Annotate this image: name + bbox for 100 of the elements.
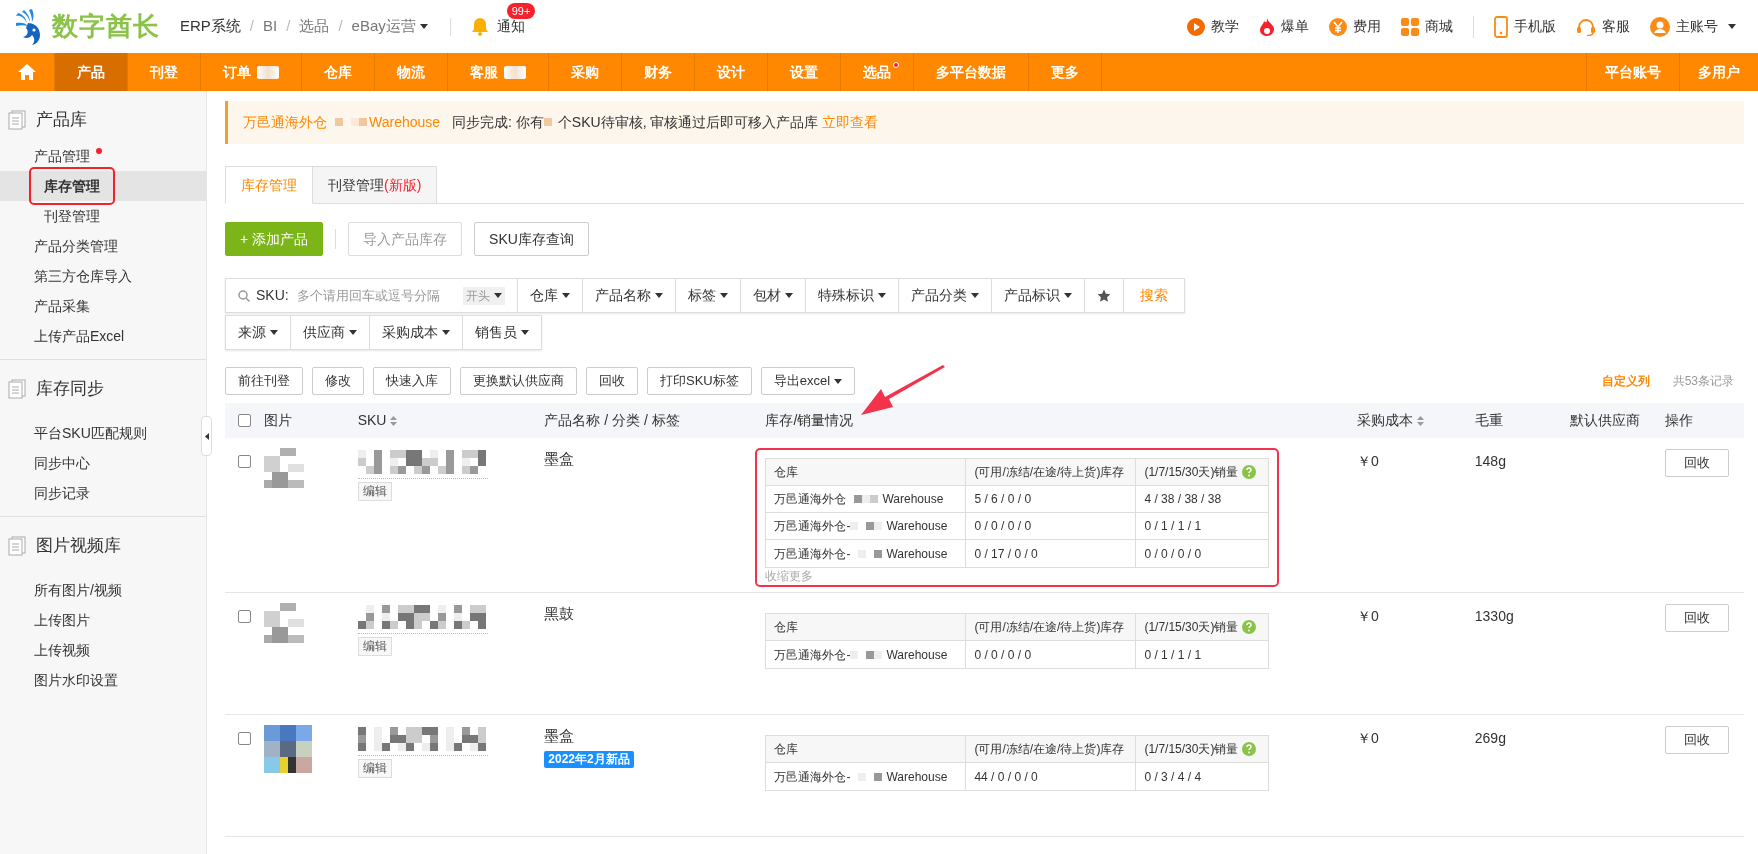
- checkbox[interactable]: [238, 732, 252, 745]
- sidebar-item[interactable]: 所有图片/视频: [34, 575, 122, 605]
- product-name: 黑鼓: [544, 604, 576, 624]
- gross-weight: 148g: [1474, 453, 1506, 469]
- banner-message: 同步完成: 你有: [452, 113, 544, 132]
- filter-dropdown[interactable]: 来源: [226, 316, 291, 349]
- header-link[interactable]: 教学: [1211, 16, 1239, 37]
- edit-button[interactable]: 编辑: [357, 482, 392, 501]
- toolbar-button[interactable]: SKU库存查询: [474, 222, 589, 256]
- filter-dropdown[interactable]: 产品名称: [583, 279, 676, 312]
- column-header[interactable]: SKU: [357, 410, 398, 431]
- star-icon[interactable]: [1097, 288, 1111, 303]
- help-icon[interactable]: [1242, 465, 1257, 479]
- help-icon[interactable]: [1242, 620, 1257, 634]
- action-button[interactable]: 回收: [586, 367, 638, 395]
- purchase-cost: ￥0: [1356, 608, 1379, 624]
- home-icon: [18, 64, 36, 80]
- header-link[interactable]: 客服: [1602, 16, 1630, 37]
- stock-value: 0 / 17 / 0 / 0: [974, 545, 1038, 563]
- play-icon: [1187, 17, 1205, 36]
- document-icon: [8, 536, 26, 556]
- gross-weight: 269g: [1474, 730, 1506, 746]
- filter-dropdown[interactable]: 仓库: [518, 279, 583, 312]
- breadcrumb-link[interactable]: ERP系统: [180, 15, 241, 38]
- stock-table-header: (可用/冻结/在途/待上货)库存: [974, 464, 1125, 481]
- purchase-cost: ￥0: [1356, 453, 1379, 469]
- breadcrumb-link[interactable]: BI: [263, 15, 278, 38]
- sku-search-field[interactable]: SKU: 多个请用回车或逗号分隔 开头: [226, 279, 518, 312]
- warehouse-name: 万邑通海外仓: [774, 491, 847, 508]
- filter-dropdown[interactable]: 采购成本: [370, 316, 463, 349]
- sales-value: 0 / 3 / 4 / 4: [1144, 768, 1202, 786]
- header-link[interactable]: 手机版: [1514, 16, 1556, 37]
- action-button[interactable]: 打印SKU标签: [647, 367, 752, 395]
- notification-link[interactable]: 通知: [496, 16, 525, 37]
- filter-dropdown[interactable]: 标签: [676, 279, 741, 312]
- sidebar-item[interactable]: 产品采集: [34, 291, 90, 321]
- column-header: 毛重: [1474, 411, 1503, 430]
- filter-dropdown[interactable]: 产品标识: [992, 279, 1085, 312]
- checkbox[interactable]: [238, 455, 252, 468]
- caret-icon: [349, 330, 357, 335]
- sidebar-item[interactable]: 刊登管理: [30, 201, 114, 231]
- header-link[interactable]: 商城: [1425, 16, 1453, 37]
- breadcrumb-link[interactable]: eBay运营: [351, 15, 416, 38]
- action-button[interactable]: 前往刊登: [225, 367, 303, 395]
- recycle-button[interactable]: 回收: [1665, 604, 1730, 632]
- stock-table-header: (1/7/15/30天)销量: [1144, 464, 1239, 481]
- action-button[interactable]: 快速入库: [373, 367, 451, 395]
- grid-icon: [1401, 17, 1419, 36]
- action-button[interactable]: 修改: [312, 367, 364, 395]
- header-link[interactable]: 爆单: [1281, 16, 1309, 37]
- header-link[interactable]: 费用: [1353, 16, 1381, 37]
- redacted-text-drawing: [850, 522, 883, 530]
- recycle-button[interactable]: 回收: [1665, 449, 1730, 477]
- sidebar-item[interactable]: 产品分类管理: [34, 231, 118, 261]
- sidebar-item[interactable]: 上传视频: [34, 635, 90, 665]
- purchase-cost: ￥0: [1356, 730, 1379, 746]
- tab[interactable]: 刊登管理(新版): [313, 166, 438, 204]
- sidebar-section-title: 产品库: [36, 109, 87, 132]
- collapse-handle[interactable]: [201, 416, 212, 456]
- sidebar-item[interactable]: 图片水印设置: [34, 665, 118, 695]
- warehouse-name: 万邑通海外仓-: [774, 545, 851, 563]
- edit-button[interactable]: 编辑: [357, 637, 392, 656]
- header-link[interactable]: 主账号: [1676, 16, 1718, 37]
- filter-dropdown[interactable]: 包材: [741, 279, 806, 312]
- filter-dropdown[interactable]: 供应商: [291, 316, 370, 349]
- breadcrumb-link[interactable]: 选品: [299, 15, 330, 38]
- warehouse-name: 万邑通海外仓-: [774, 768, 851, 786]
- stock-table-header: (1/7/15/30天)销量: [1144, 741, 1239, 758]
- action-button[interactable]: 更换默认供应商: [460, 367, 577, 395]
- stock-value: 5 / 6 / 0 / 0: [974, 491, 1032, 508]
- document-icon: [8, 379, 26, 399]
- checkbox[interactable]: [238, 610, 252, 623]
- checkbox[interactable]: [238, 414, 252, 427]
- sidebar-item[interactable]: 同步中心: [34, 448, 90, 478]
- column-header[interactable]: 采购成本: [1356, 410, 1424, 431]
- sidebar-item[interactable]: 产品管理: [34, 141, 90, 171]
- warehouse-name: Warehouse: [886, 768, 948, 786]
- warehouse-name: Warehouse: [886, 646, 948, 664]
- help-icon[interactable]: [1242, 742, 1257, 756]
- filter-dropdown[interactable]: 销售员: [463, 316, 541, 349]
- breadcrumb-separator: /: [286, 16, 291, 37]
- caret-icon: [204, 432, 209, 440]
- sidebar-item[interactable]: 上传产品Excel: [34, 321, 125, 351]
- sidebar-item[interactable]: 第三方仓库导入: [34, 261, 132, 291]
- filter-dropdown[interactable]: 特殊标识: [806, 279, 899, 312]
- search-input[interactable]: 多个请用回车或逗号分隔: [296, 285, 457, 306]
- sort-icon: [390, 415, 398, 426]
- recycle-button[interactable]: 回收: [1665, 726, 1730, 754]
- sales-value: 0 / 1 / 1 / 1: [1144, 518, 1202, 535]
- sidebar-item[interactable]: 同步记录: [34, 478, 90, 508]
- record-count: 共53条记录: [1672, 373, 1734, 390]
- sidebar-item[interactable]: 平台SKU匹配规则: [34, 418, 147, 448]
- caret-icon: [1728, 24, 1736, 29]
- edit-button[interactable]: 编辑: [357, 759, 392, 778]
- stock-table-header: (可用/冻结/在途/待上货)库存: [974, 741, 1125, 758]
- action-button[interactable]: 导出excel: [760, 367, 856, 395]
- sidebar-item[interactable]: 上传图片: [34, 605, 90, 635]
- sidebar-item[interactable]: 库存管理: [30, 168, 114, 204]
- filter-dropdown[interactable]: 产品分类: [899, 279, 992, 312]
- product-name: 墨盒: [544, 726, 576, 746]
